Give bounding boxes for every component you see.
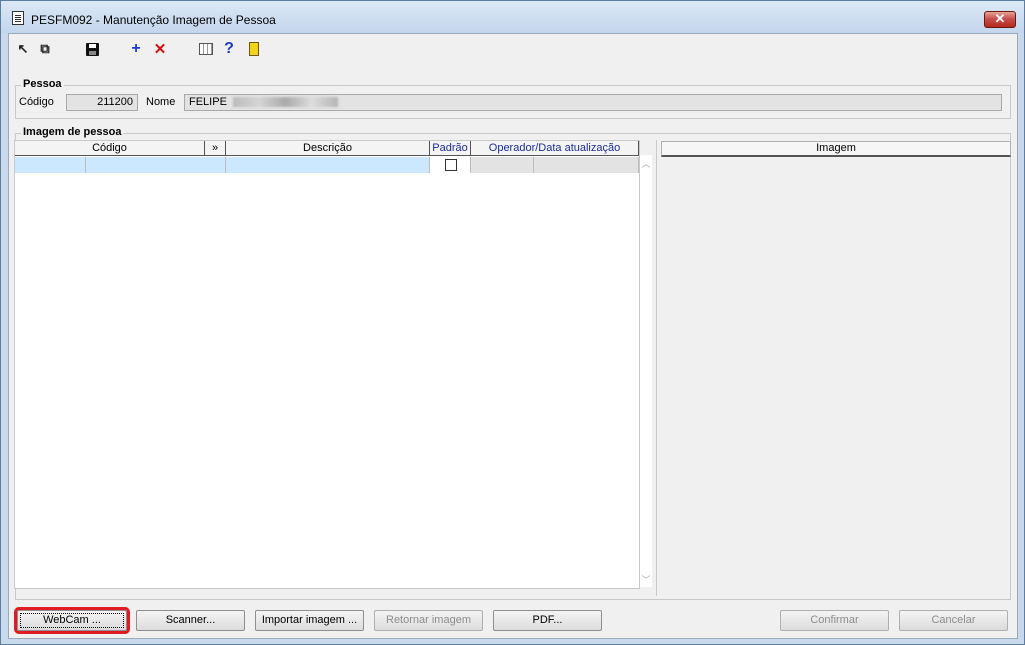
column-header-descricao[interactable]: Descrição: [226, 141, 430, 156]
row-cell-codigo-a[interactable]: [15, 157, 86, 173]
imagem-header[interactable]: Imagem: [661, 141, 1011, 157]
help-icon[interactable]: ?: [221, 40, 237, 57]
copy-icon[interactable]: ⧉: [37, 41, 53, 57]
nome-label: Nome: [146, 96, 176, 108]
scanner-button[interactable]: Scanner...: [136, 610, 245, 631]
close-button[interactable]: ✕: [984, 11, 1016, 28]
pdf-button[interactable]: PDF...: [493, 610, 602, 631]
scroll-up-icon[interactable]: ︿: [641, 157, 651, 170]
confirm-button[interactable]: Confirmar: [780, 610, 889, 631]
row-cell-descricao[interactable]: [226, 157, 430, 173]
window-title: PESFM092 - Manutenção Imagem de Pessoa: [31, 13, 276, 27]
pessoa-group-label: Pessoa: [21, 78, 64, 90]
return-image-button[interactable]: Retornar imagem: [374, 610, 483, 631]
scroll-down-icon[interactable]: ﹀: [641, 573, 651, 586]
image-grid[interactable]: Código » Descrição Padrão Operador/Data …: [14, 140, 640, 589]
delete-icon[interactable]: ✕: [152, 41, 168, 58]
column-header-operador-data[interactable]: Operador/Data atualização: [471, 141, 639, 156]
arrow-icon[interactable]: ↖: [15, 41, 31, 57]
imagem-pessoa-group-label: Imagem de pessoa: [21, 126, 124, 138]
nome-value: FELIPE: [189, 96, 227, 108]
image-preview-panel: Imagem: [656, 140, 1012, 596]
title-bar[interactable]: PESFM092 - Manutenção Imagem de Pessoa ✕: [1, 1, 1024, 33]
column-header-expand[interactable]: »: [205, 141, 226, 156]
cancel-button[interactable]: Cancelar: [899, 610, 1008, 631]
row-cell-operador: [471, 157, 534, 173]
grid-scrollbar[interactable]: ︿ ﹀: [640, 155, 652, 587]
codigo-label: Código: [19, 96, 54, 108]
save-icon[interactable]: [84, 41, 100, 57]
column-header-codigo[interactable]: Código: [15, 141, 205, 156]
row-cell-data: [534, 157, 639, 173]
row-cell-codigo-b[interactable]: [86, 157, 226, 173]
add-icon[interactable]: +: [128, 40, 144, 57]
document-icon: [12, 11, 24, 25]
exit-icon[interactable]: [246, 41, 262, 57]
column-header-padrao[interactable]: Padrão: [430, 141, 471, 156]
calendar-icon[interactable]: [198, 41, 214, 57]
codigo-field[interactable]: 211200: [66, 94, 138, 111]
import-image-button[interactable]: Importar imagem ...: [255, 610, 364, 631]
padrao-checkbox[interactable]: [445, 159, 457, 171]
pessoa-group: Pessoa Código 211200 Nome FELIPE: [15, 78, 1011, 119]
nome-field[interactable]: FELIPE: [184, 94, 1002, 111]
redacted-text: [232, 97, 338, 108]
toolbar: ↖ ⧉ + ✕ ?: [9, 34, 1017, 62]
webcam-button[interactable]: WebCam ...: [14, 607, 130, 634]
